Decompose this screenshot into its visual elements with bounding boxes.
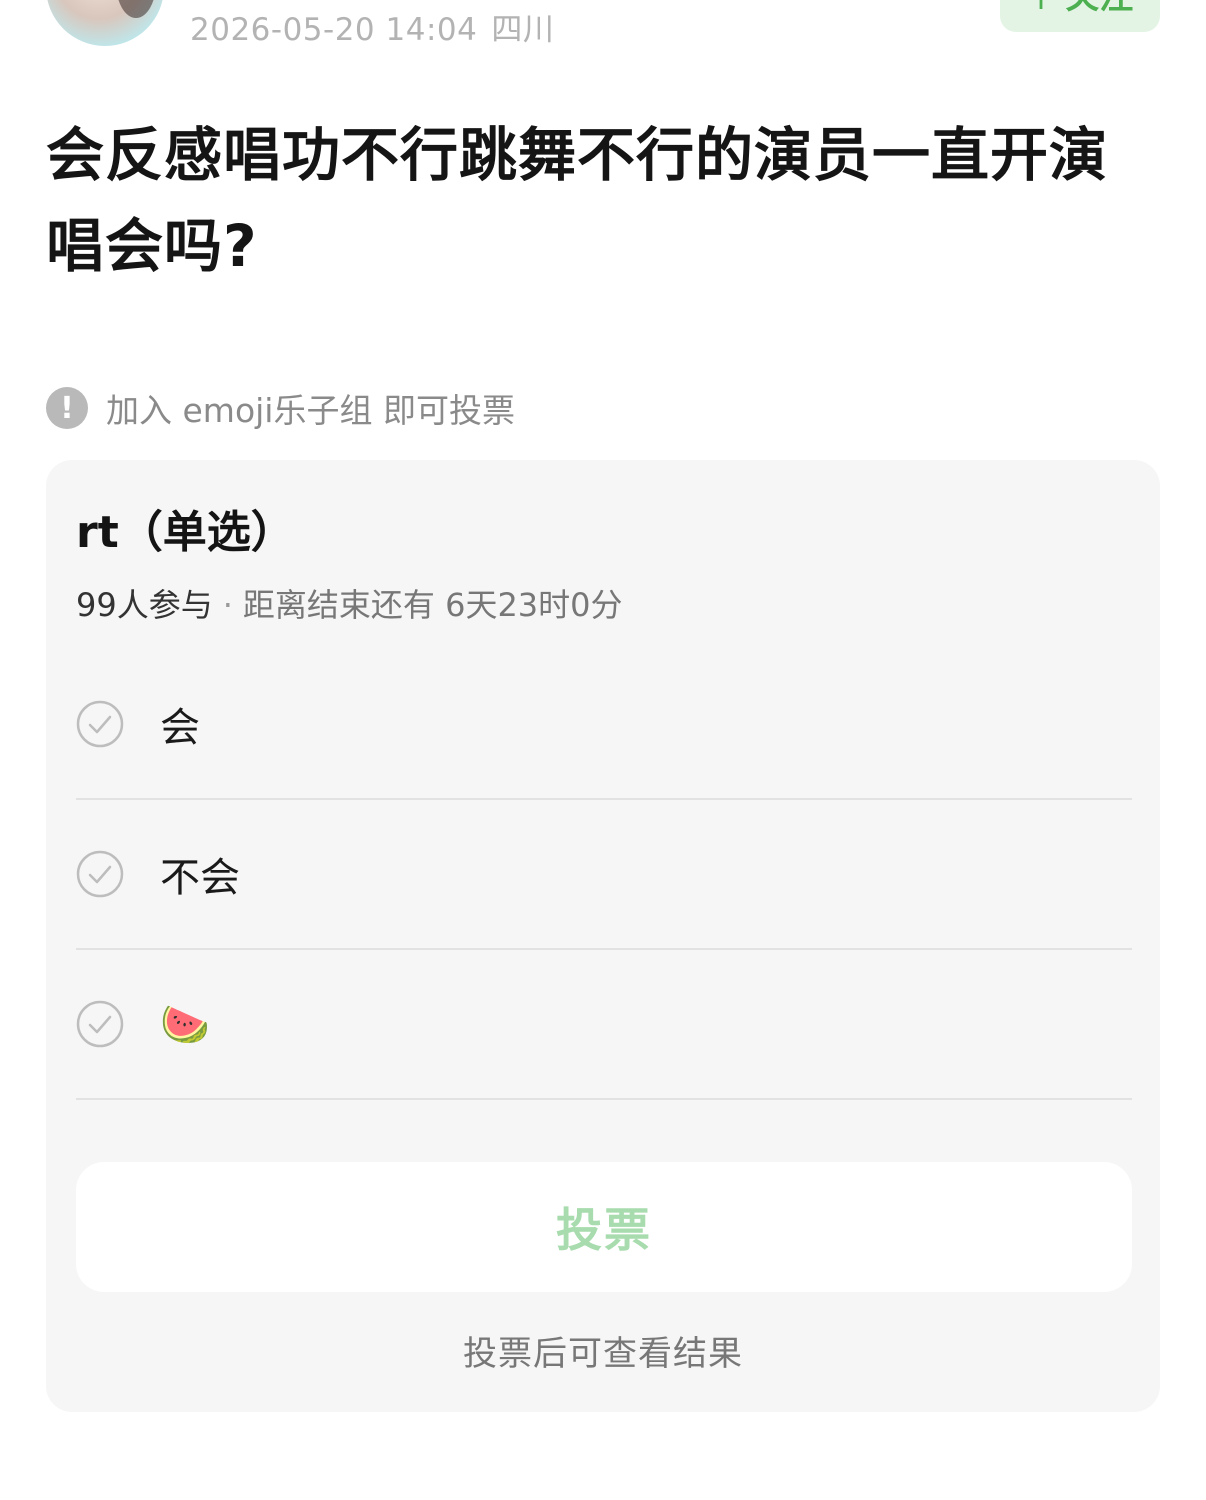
poll-option[interactable]: 不会	[76, 800, 1132, 950]
result-hint: 投票后可查看结果	[463, 1334, 743, 1374]
poll-stats: 99人参与 · 距离结束还有 6天23时0分	[76, 580, 623, 626]
poll-stats-separator: ·	[222, 586, 233, 624]
poll-card: rt（单选） 99人参与 · 距离结束还有 6天23时0分 会 不会 🍉 投票 …	[46, 460, 1160, 1412]
check-circle-icon[interactable]	[76, 850, 124, 898]
poll-option-label: 🍉	[160, 1001, 210, 1048]
poll-time-remaining: 距离结束还有 6天23时0分	[242, 586, 623, 624]
exclamation-icon: !	[46, 387, 88, 429]
join-notice: ! 加入 emoji乐子组 即可投票	[46, 384, 515, 432]
post-timestamp: 2026-05-20 14:04	[190, 12, 478, 48]
post-location: 四川	[491, 12, 555, 48]
poll-title: rt（单选）	[76, 507, 295, 558]
post-meta: 2026-05-20 14:04 四川	[190, 4, 554, 49]
join-notice-text: 加入 emoji乐子组 即可投票	[106, 391, 515, 430]
follow-button[interactable]: + 关注	[1000, 0, 1160, 32]
plus-icon: +	[1027, 0, 1056, 18]
poll-option[interactable]: 🍉	[76, 950, 1132, 1100]
poll-option-label: 会	[160, 705, 200, 751]
poll-participants: 99人参与	[76, 586, 213, 624]
check-circle-icon[interactable]	[76, 700, 124, 748]
check-circle-icon[interactable]	[76, 1000, 124, 1048]
avatar[interactable]	[46, 0, 164, 46]
follow-label: 关注	[1065, 0, 1133, 18]
poll-option[interactable]: 会	[76, 650, 1132, 800]
post-title: 会反感唱功不行跳舞不行的演员一直开演唱会吗?	[46, 121, 1109, 280]
poll-option-label: 不会	[160, 855, 240, 901]
vote-button[interactable]: 投票	[76, 1162, 1132, 1292]
post-page: 2026-05-20 14:04 四川 + 关注 会反感唱功不行跳舞不行的演员一直开…	[0, 0, 1206, 1500]
